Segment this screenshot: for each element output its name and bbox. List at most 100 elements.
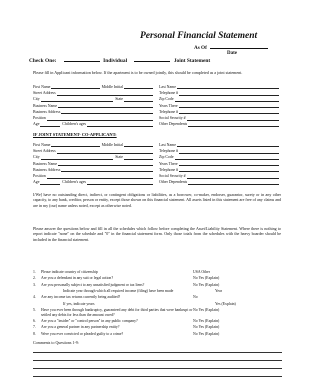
field-line[interactable] xyxy=(87,181,153,186)
field-line[interactable] xyxy=(61,110,153,115)
field-label: Business Name xyxy=(33,161,58,166)
question-answer[interactable]: Year xyxy=(215,289,283,294)
field-label: Years There xyxy=(159,103,178,108)
field-line[interactable] xyxy=(56,92,153,96)
field-label: Position xyxy=(33,174,46,179)
field-line[interactable] xyxy=(176,143,279,148)
question-number: 8. xyxy=(33,331,36,336)
joint-label: Joint Statement xyxy=(173,58,211,64)
comment-line[interactable] xyxy=(33,360,282,361)
field-label: Position xyxy=(33,116,46,121)
field-label: Business Address xyxy=(33,167,61,172)
field-line[interactable] xyxy=(46,175,153,179)
field-line[interactable] xyxy=(40,98,114,102)
question-text: Are you a "insider" or "control person" … xyxy=(41,319,138,324)
field-line[interactable] xyxy=(179,168,279,173)
field-label: Last Name xyxy=(159,84,176,89)
field-line[interactable] xyxy=(179,110,279,115)
field-label: Telephone # xyxy=(159,109,179,114)
question-item: 8. Were you ever convicted or pleaded gui… xyxy=(33,332,283,337)
question-text: Were you ever convicted or pleaded guilt… xyxy=(41,331,124,336)
field-label: Business Address xyxy=(33,109,61,114)
question-number: 6. xyxy=(33,319,36,324)
question-number xyxy=(33,289,41,294)
field-line[interactable] xyxy=(61,168,153,173)
question-answer[interactable]: USA Other xyxy=(193,270,283,275)
field-line[interactable] xyxy=(58,162,153,167)
check-one-label: Check One: xyxy=(29,58,57,64)
joint-checkbox[interactable] xyxy=(134,57,171,62)
field-label: Other Dependents xyxy=(159,122,188,127)
field-line[interactable] xyxy=(176,85,279,90)
question-text: Are you personally subject to any unsati… xyxy=(41,282,145,287)
as-of-date-field[interactable] xyxy=(210,44,269,49)
field-line[interactable] xyxy=(40,156,114,160)
question-answer[interactable]: No Yes (Explain) xyxy=(193,283,283,288)
intro-text: Please fill in Applicant information bel… xyxy=(33,70,243,75)
comment-line[interactable] xyxy=(33,376,282,377)
field-line[interactable] xyxy=(56,150,153,154)
field-line[interactable] xyxy=(51,85,100,90)
coapplicant-row: Age Children's ages Other Dependents xyxy=(33,179,279,186)
field-line[interactable] xyxy=(178,162,279,167)
instructions-paragraph: Please answer the questions below and fi… xyxy=(33,226,281,242)
field-line[interactable] xyxy=(124,85,153,90)
question-text: If yes, indicate years xyxy=(63,301,95,306)
field-line[interactable] xyxy=(188,181,279,186)
field-sublabel: Children's ages xyxy=(62,122,86,127)
field-line[interactable] xyxy=(40,181,61,186)
field-label: Years There xyxy=(159,161,178,166)
field-line[interactable] xyxy=(40,123,61,128)
question-number: 2. xyxy=(33,276,36,281)
field-label: Telephone # xyxy=(159,148,179,153)
question-text: Are any income tax returns currently bei… xyxy=(41,295,121,300)
field-line[interactable] xyxy=(174,98,279,102)
question-answer[interactable]: No Yes (Explain) xyxy=(193,319,283,324)
field-line[interactable] xyxy=(124,98,153,102)
field-label: Street Address xyxy=(33,90,56,95)
field-label: Last Name xyxy=(159,142,176,147)
as-of-label: As Of xyxy=(194,45,207,51)
comment-line[interactable] xyxy=(33,352,282,353)
question-item: If yes, indicate years Yes (Explain) xyxy=(33,302,283,307)
applicant-row: Age Children's ages Other Dependents xyxy=(33,121,279,128)
question-number: 4. xyxy=(33,295,36,300)
field-line[interactable] xyxy=(51,143,100,148)
question-answer[interactable]: No Yes (Explain) xyxy=(193,332,283,337)
individual-checkbox[interactable] xyxy=(63,57,100,62)
question-number: 5. xyxy=(33,307,36,312)
financial-statement-page: Personal Financial Statement As Of Date … xyxy=(0,0,298,386)
question-number: 3. xyxy=(33,282,36,287)
field-label: Zip Code xyxy=(159,155,174,160)
field-line[interactable] xyxy=(178,104,279,109)
question-item: 5. Have you ever been through bankruptcy,… xyxy=(33,308,283,317)
question-answer[interactable]: No Yes (Explain) xyxy=(193,276,283,281)
field-line[interactable] xyxy=(188,123,279,128)
question-answer[interactable]: No Yes (Explain) xyxy=(193,325,283,330)
field-line[interactable] xyxy=(186,175,279,179)
question-text: Indicate year through which all required… xyxy=(63,288,174,293)
field-line[interactable] xyxy=(179,150,279,154)
field-line[interactable] xyxy=(174,156,279,160)
field-label: Other Dependents xyxy=(159,180,188,185)
field-line[interactable] xyxy=(124,143,153,148)
question-item: 6. Are you a "insider" or "control person… xyxy=(33,319,283,324)
field-line[interactable] xyxy=(46,117,153,121)
question-text: Have you ever been through bankruptcy, g… xyxy=(41,307,193,317)
warranty-paragraph: I/We] have no outstanding direct, indire… xyxy=(33,192,281,208)
check-one-row: Check One: Individual Joint Statement xyxy=(29,57,279,64)
question-answer[interactable]: No xyxy=(193,295,283,300)
field-line[interactable] xyxy=(58,104,153,109)
question-answer[interactable]: Yes (Explain) xyxy=(215,302,283,307)
field-line[interactable] xyxy=(87,123,153,128)
question-answer[interactable]: No Yes (Explain) xyxy=(193,308,283,317)
field-label: City xyxy=(33,155,40,160)
question-item: 7. Are you a general partner in any partn… xyxy=(33,325,283,330)
field-label: Telephone # xyxy=(159,167,179,172)
field-line[interactable] xyxy=(179,92,279,96)
field-sublabel: Middle Initial xyxy=(101,142,124,147)
field-line[interactable] xyxy=(124,156,153,160)
question-item: 2. Are you a defendant in any suit or leg… xyxy=(33,276,283,281)
comment-line[interactable] xyxy=(33,368,282,369)
field-line[interactable] xyxy=(186,117,279,121)
